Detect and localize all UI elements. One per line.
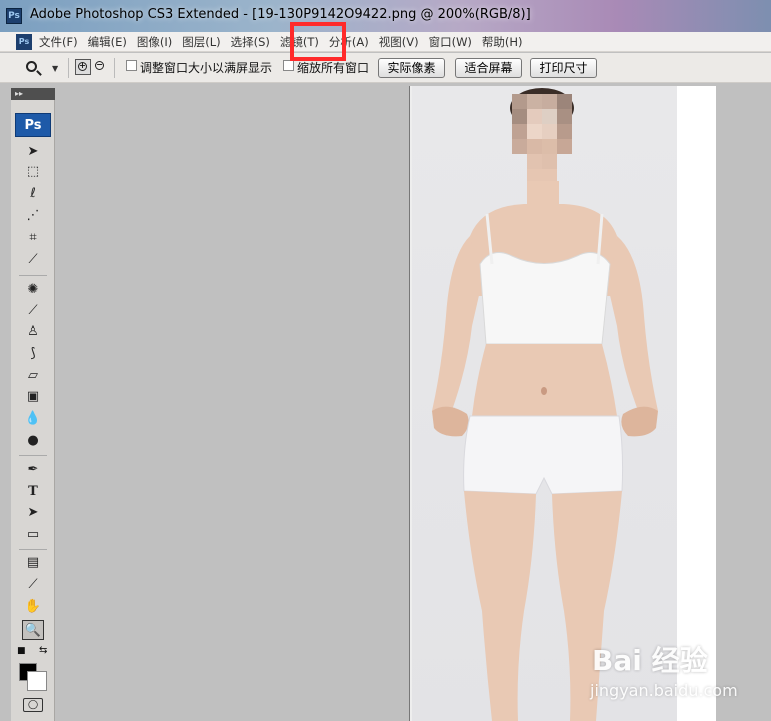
zoom-in-icon[interactable]: + [75,59,91,75]
divider [68,58,69,78]
resize-windows-label: 调整窗口大小以满屏显示 [140,61,273,75]
menu-edit[interactable]: 编辑(E) [88,32,137,52]
swap-colors-icon[interactable]: ⇆ [39,645,47,656]
menu-layer[interactable]: 图层(L) [182,32,230,52]
type-tool-icon[interactable]: T [22,482,44,502]
move-tool-icon[interactable]: ➤ [22,142,44,162]
menu-items: 文件(F) 编辑(E) 图像(I) 图层(L) 选择(S) 滤镜(T) 分析(A… [39,32,533,52]
baidu-jingyan-watermark: Bai 经验 jingyan.baidu.com [580,637,770,707]
lasso-tool-icon[interactable]: ℓ [22,184,44,204]
toolbox-divider [19,455,47,456]
hand-tool-icon[interactable]: ✋ [22,597,44,617]
toolbox-divider [19,275,47,276]
photo-person [412,86,677,721]
zoom-all-windows-label: 缩放所有窗口 [297,61,370,75]
brush-tool-icon[interactable]: ⟋ [22,301,44,321]
menu-image[interactable]: 图像(I) [137,32,182,52]
eyedropper-tool-icon[interactable]: ⟋ [22,575,44,595]
clone-stamp-tool-icon[interactable]: ♙ [22,322,44,342]
actual-pixels-button[interactable]: 实际像素 [378,58,445,78]
title-bar: Ps Adobe Photoshop CS3 Extended - [19-13… [0,0,771,32]
document-icon[interactable]: Ps [16,34,32,50]
pixelated-face [512,94,572,184]
divider [114,58,115,78]
default-colors-icon[interactable]: ■ [17,646,26,656]
dodge-tool-icon[interactable]: ● [22,431,44,451]
filter-menu-highlight [290,22,346,61]
eraser-tool-icon[interactable]: ▱ [22,366,44,386]
menu-window[interactable]: 窗口(W) [429,32,482,52]
person-figure [432,88,658,721]
resize-windows-checkbox[interactable] [126,60,137,71]
toolbox-panel: ▸▸ Ps ➤ ⬚ ℓ ⋰ ⌗ ⟋ ✺ ⟋ ♙ ⟆ ▱ ▣ 💧 ● ✒ T ➤ … [11,88,55,721]
toolbox-divider [19,549,47,550]
marquee-tool-icon[interactable]: ⬚ [22,162,44,182]
quick-mask-icon[interactable]: ◯ [23,698,43,712]
menu-bar: Ps 文件(F) 编辑(E) 图像(I) 图层(L) 选择(S) 滤镜(T) 分… [0,32,771,52]
photoshop-app-icon: Ps [6,8,22,24]
watermark-main: Bai 经验 [592,644,708,677]
menu-view[interactable]: 视图(V) [379,32,429,52]
slice-tool-icon[interactable]: ⟋ [22,250,44,270]
menu-help[interactable]: 帮助(H) [482,32,533,52]
history-brush-tool-icon[interactable]: ⟆ [22,344,44,364]
zoom-tool-active-icon[interactable]: 🔍 [22,620,44,640]
watermark-url: jingyan.baidu.com [590,681,738,700]
crop-tool-icon[interactable]: ⌗ [22,228,44,248]
healing-brush-tool-icon[interactable]: ✺ [22,280,44,300]
gradient-tool-icon[interactable]: ▣ [22,387,44,407]
blur-tool-icon[interactable]: 💧 [22,409,44,429]
zoom-tool-icon[interactable]: ▼ [22,59,62,77]
shape-tool-icon[interactable]: ▭ [22,525,44,545]
magic-wand-tool-icon[interactable]: ⋰ [22,206,44,226]
path-selection-tool-icon[interactable]: ➤ [22,503,44,523]
zoom-all-windows-checkbox[interactable] [283,60,294,71]
zoom-out-icon[interactable]: − [93,59,109,75]
window-title: Adobe Photoshop CS3 Extended - [19-130P9… [30,7,531,22]
document-canvas[interactable] [412,86,716,721]
fit-screen-button[interactable]: 适合屏幕 [455,58,522,78]
toolbox-grip[interactable]: ▸▸ [11,88,55,100]
photoshop-badge-icon[interactable]: Ps [15,113,51,137]
print-size-button[interactable]: 打印尺寸 [530,58,597,78]
menu-select[interactable]: 选择(S) [231,32,280,52]
background-color-swatch[interactable] [27,671,47,691]
menu-file[interactable]: 文件(F) [39,32,88,52]
notes-tool-icon[interactable]: ▤ [22,553,44,573]
pen-tool-icon[interactable]: ✒ [22,460,44,480]
